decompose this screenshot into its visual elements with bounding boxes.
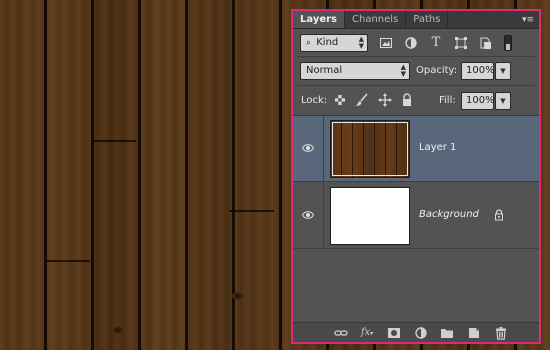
visibility-cell[interactable] (293, 116, 324, 182)
type-filter-icon[interactable]: T (429, 36, 443, 50)
blend-row: Normal ▲ ▼ Opacity: 100% ▼ (293, 59, 539, 83)
shape-filter-icon[interactable] (454, 36, 468, 50)
panel-menu-icon[interactable]: ▾≡ (522, 15, 534, 25)
up-down-arrow-icon: ▲ ▼ (400, 63, 406, 78)
group-folder-icon[interactable] (440, 326, 454, 340)
tab-channels[interactable]: Channels (345, 11, 407, 28)
new-layer-icon[interactable] (467, 326, 481, 340)
plank-seam (92, 140, 136, 142)
layers-bottom-toolbar: fx▾ (293, 322, 539, 342)
layer-thumbnail[interactable] (330, 120, 410, 178)
wood-knot (232, 292, 244, 300)
filter-kind-label: Kind (316, 37, 339, 48)
search-icon: ⌕ (306, 38, 312, 48)
divider (297, 85, 535, 86)
wood-knot (112, 326, 124, 334)
lock-position-icon[interactable] (378, 93, 392, 107)
layer-row-background[interactable]: Background (293, 183, 539, 249)
fx-icon[interactable]: fx▾ (360, 326, 374, 340)
lock-all-icon[interactable] (400, 93, 414, 107)
plank-seam (229, 210, 274, 212)
visibility-cell[interactable] (293, 183, 324, 249)
opacity-label: Opacity: (416, 65, 458, 76)
smart-object-filter-icon[interactable] (478, 36, 492, 50)
panel-tab-bar: Layers Channels Paths ▾≡ (293, 11, 539, 29)
filter-kind-select[interactable]: ⌕ Kind ▲ ▼ (300, 34, 368, 52)
layer-name[interactable]: Layer 1 (419, 142, 456, 153)
plank-seam (45, 260, 90, 262)
lock-image-pixels-icon[interactable] (355, 93, 369, 107)
filter-toggle-icon[interactable] (504, 35, 512, 51)
tab-layers[interactable]: Layers (293, 11, 345, 28)
divider (297, 56, 535, 57)
fill-label: Fill: (439, 95, 456, 106)
layer-thumbnail[interactable] (330, 187, 410, 245)
adjustment-filter-icon[interactable] (404, 36, 418, 50)
lock-icon (495, 209, 503, 221)
opacity-input[interactable]: 100% (461, 62, 495, 80)
pixel-filter-icon[interactable] (379, 36, 393, 50)
layer-row-layer-1[interactable]: Layer 1 (293, 116, 539, 182)
up-down-arrow-icon: ▲ ▼ (358, 35, 364, 50)
lock-transparent-pixels-icon[interactable] (333, 93, 347, 107)
adjustment-layer-icon[interactable] (414, 326, 428, 340)
layers-panel: Layers Channels Paths ▾≡ ⌕ Kind ▲ ▼ T Nor… (291, 9, 541, 344)
trash-icon[interactable] (494, 326, 508, 340)
eye-icon[interactable] (302, 143, 314, 153)
fill-input[interactable]: 100% (461, 92, 495, 110)
eye-icon[interactable] (302, 210, 314, 220)
blend-mode-select[interactable]: Normal ▲ ▼ (300, 62, 410, 80)
mask-icon[interactable] (387, 326, 401, 340)
lock-label: Lock: (301, 95, 328, 106)
filter-row: ⌕ Kind ▲ ▼ T (293, 31, 539, 55)
lock-row: Lock: Fill: 100% ▼ (293, 88, 539, 112)
blend-mode-value: Normal (306, 65, 343, 76)
opacity-dropdown-button[interactable]: ▼ (495, 62, 511, 80)
tab-paths[interactable]: Paths (406, 11, 449, 28)
layer-name[interactable]: Background (419, 209, 479, 220)
link-layers-icon[interactable] (334, 326, 348, 340)
fill-dropdown-button[interactable]: ▼ (495, 92, 511, 110)
